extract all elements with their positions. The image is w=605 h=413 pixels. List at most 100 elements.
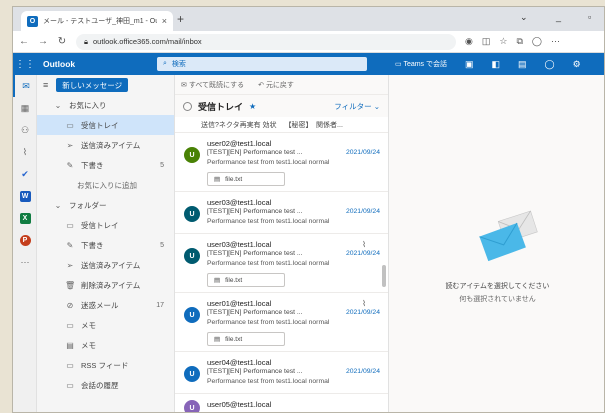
filter-button[interactable]: フィルター ⌄ bbox=[334, 101, 380, 112]
more-apps-icon[interactable]: ⋯ bbox=[13, 251, 37, 273]
folder-memo[interactable]: ▭ メモ bbox=[37, 315, 174, 335]
folder-drafts[interactable]: ✎ 下書き 5 bbox=[37, 235, 174, 255]
app-name[interactable]: Outlook bbox=[37, 59, 157, 69]
select-all-checkbox[interactable] bbox=[183, 101, 192, 111]
new-mail-row: ≡ 新しいメッセージ bbox=[37, 75, 174, 95]
tab-search-icon[interactable]: ⌄ bbox=[520, 12, 528, 23]
minimize-button[interactable]: _ bbox=[556, 12, 561, 22]
app-launcher-icon[interactable]: ⋮⋮ bbox=[13, 59, 37, 70]
notes-icon[interactable]: ▤ bbox=[518, 59, 527, 70]
folder-notes[interactable]: ▤ メモ bbox=[37, 335, 174, 355]
list-item[interactable]: U user05@test1.local bbox=[175, 394, 388, 412]
word-icon[interactable]: W bbox=[13, 185, 37, 207]
calendar-icon[interactable]: ▦ bbox=[13, 97, 37, 119]
tab-close-icon[interactable]: × bbox=[162, 16, 167, 26]
paperclip-icon: ⌇ bbox=[362, 240, 366, 249]
undo-icon: ↶ bbox=[258, 81, 266, 89]
fav-drafts[interactable]: ✎ 下書き 5 bbox=[37, 155, 174, 175]
send-icon: ➢ bbox=[66, 140, 74, 150]
hamburger-icon[interactable]: ≡ bbox=[43, 80, 48, 90]
help-icon[interactable]: ◯ bbox=[545, 59, 555, 70]
forward-arrow-icon[interactable]: → bbox=[38, 36, 48, 47]
settings-icon[interactable]: ⚙ bbox=[573, 59, 581, 70]
fav-inbox[interactable]: ▭ 受信トレイ bbox=[37, 115, 174, 135]
list-item[interactable]: ⌇ U user03@test1.local [TEST][EN] Perfor… bbox=[175, 234, 388, 293]
folder-conversation-history[interactable]: ▭ 会話の履歴 bbox=[37, 375, 174, 395]
undo-button[interactable]: ↶ 元に戻す bbox=[258, 80, 294, 90]
sender: user03@test1.local bbox=[207, 198, 272, 207]
excel-icon[interactable]: X bbox=[13, 207, 37, 229]
message-list: ✉ すべて既読にする ↶ 元に戻す 受信トレイ ★ フィルター ⌄ 送信?ネクタ… bbox=[175, 75, 389, 412]
add-favorite-link[interactable]: お気に入りに追加 bbox=[37, 175, 174, 195]
folder-rss[interactable]: ▭ RSS フィード bbox=[37, 355, 174, 375]
pinned-message[interactable]: 送信?ネクタ再実有 効状 【秘密】 関係者... bbox=[175, 117, 388, 133]
sender: user05@test1.local bbox=[207, 400, 272, 409]
browser-window: O メール - テストユーザ_神田_m1 - Outlook × + ⌄ _ ▫… bbox=[12, 6, 605, 413]
my-day-icon[interactable]: ▣ bbox=[465, 59, 474, 70]
list-item[interactable]: ⌇ U user01@test1.local [TEST][EN] Perfor… bbox=[175, 293, 388, 352]
header-actions: ▭ Teams で会話 ▣ ◧ ▤ ◯ ⚙ bbox=[395, 59, 581, 70]
avatar: U bbox=[184, 206, 200, 222]
maximize-button[interactable]: ▫ bbox=[588, 12, 591, 22]
file-icon: ▤ bbox=[214, 277, 221, 284]
teams-label: Teams で会話 bbox=[403, 61, 447, 68]
mark-all-read-button[interactable]: ✉ すべて既読にする bbox=[181, 80, 244, 90]
todo-icon[interactable]: ✔ bbox=[13, 163, 37, 185]
sender: user02@test1.local bbox=[207, 139, 272, 148]
chevron-down-icon: ⌄ bbox=[54, 100, 62, 110]
folder-icon: ▭ bbox=[66, 360, 74, 370]
new-message-button[interactable]: 新しいメッセージ bbox=[56, 78, 129, 92]
note-icon: ▤ bbox=[66, 340, 74, 350]
favorite-star-icon[interactable]: ★ bbox=[249, 102, 256, 111]
translate-icon[interactable]: ◫ bbox=[482, 36, 491, 47]
mail-icon[interactable]: ✉ bbox=[13, 75, 37, 97]
folder-junk[interactable]: ⊘ 迷惑メール 17 bbox=[37, 295, 174, 315]
drafts-count: 5 bbox=[160, 161, 164, 169]
more-icon[interactable]: ⋯ bbox=[551, 36, 560, 47]
avatar: U bbox=[184, 366, 200, 382]
subject: [TEST][EN] Performance test ... bbox=[207, 250, 303, 257]
list-item[interactable]: U user02@test1.local [TEST][EN] Performa… bbox=[175, 133, 388, 192]
search-box[interactable]: ⌕ 検索 bbox=[157, 57, 367, 71]
folder-deleted[interactable]: 🗑︎ 削除済みアイテム bbox=[37, 275, 174, 295]
inbox-icon: ▭ bbox=[66, 220, 74, 230]
new-tab-button[interactable]: + bbox=[177, 12, 184, 26]
back-arrow-icon[interactable]: ← bbox=[19, 36, 29, 47]
url-field[interactable]: 🔒︎ outlook.office365.com/mail/inbox bbox=[76, 33, 456, 50]
avatar: U bbox=[184, 248, 200, 264]
list-item[interactable]: U user04@test1.local [TEST][EN] Performa… bbox=[175, 352, 388, 394]
file-icon: ▤ bbox=[214, 336, 221, 343]
list-header: 受信トレイ ★ フィルター ⌄ bbox=[175, 95, 388, 117]
attachment-chip[interactable]: ▤ file.txt bbox=[207, 332, 285, 346]
people-icon[interactable]: ⚇ bbox=[13, 119, 37, 141]
avatar: U bbox=[184, 400, 200, 412]
list-item[interactable]: U user03@test1.local [TEST][EN] Performa… bbox=[175, 192, 388, 234]
date: 2021/09/24 bbox=[345, 368, 380, 375]
block-icon: ⊘ bbox=[66, 300, 74, 310]
bookmark-star-icon[interactable]: ☆ bbox=[499, 36, 507, 47]
folder-sent[interactable]: ➢ 送信済みアイテム bbox=[37, 255, 174, 275]
attachment-chip[interactable]: ▤ file.txt bbox=[207, 172, 285, 186]
sender: user03@test1.local bbox=[207, 240, 272, 249]
reading-pane: 読むアイテムを選択してください 何も選択されていません bbox=[389, 75, 604, 412]
folders-header[interactable]: ⌄ フォルダー bbox=[37, 195, 174, 215]
browser-tab[interactable]: O メール - テストユーザ_神田_m1 - Outlook × bbox=[21, 11, 173, 31]
favorites-header[interactable]: ⌄ お気に入り bbox=[37, 95, 174, 115]
powerpoint-icon[interactable]: P bbox=[13, 229, 37, 251]
list-scrollbar[interactable] bbox=[382, 265, 386, 287]
profile-icon[interactable]: ◯ bbox=[532, 36, 542, 47]
attachment-icon[interactable]: ⌇ bbox=[13, 141, 37, 163]
reload-icon[interactable]: ↻ bbox=[57, 36, 67, 47]
collections-icon[interactable]: ⧉ bbox=[516, 36, 522, 47]
fav-sent[interactable]: ➢ 送信済みアイテム bbox=[37, 135, 174, 155]
pencil-icon: ✎ bbox=[66, 160, 74, 170]
eye-icon[interactable]: ◉ bbox=[465, 36, 473, 47]
feed-icon[interactable]: ◧ bbox=[492, 59, 501, 70]
teams-button[interactable]: ▭ Teams で会話 bbox=[395, 59, 447, 69]
subject: [TEST][EN] Performance test ... bbox=[207, 368, 303, 375]
send-icon: ➢ bbox=[66, 260, 74, 270]
folder-inbox[interactable]: ▭ 受信トレイ bbox=[37, 215, 174, 235]
trash-icon: 🗑︎ bbox=[65, 280, 76, 290]
attachment-chip[interactable]: ▤ file.txt bbox=[207, 273, 285, 287]
list-title: 受信トレイ bbox=[198, 101, 244, 112]
